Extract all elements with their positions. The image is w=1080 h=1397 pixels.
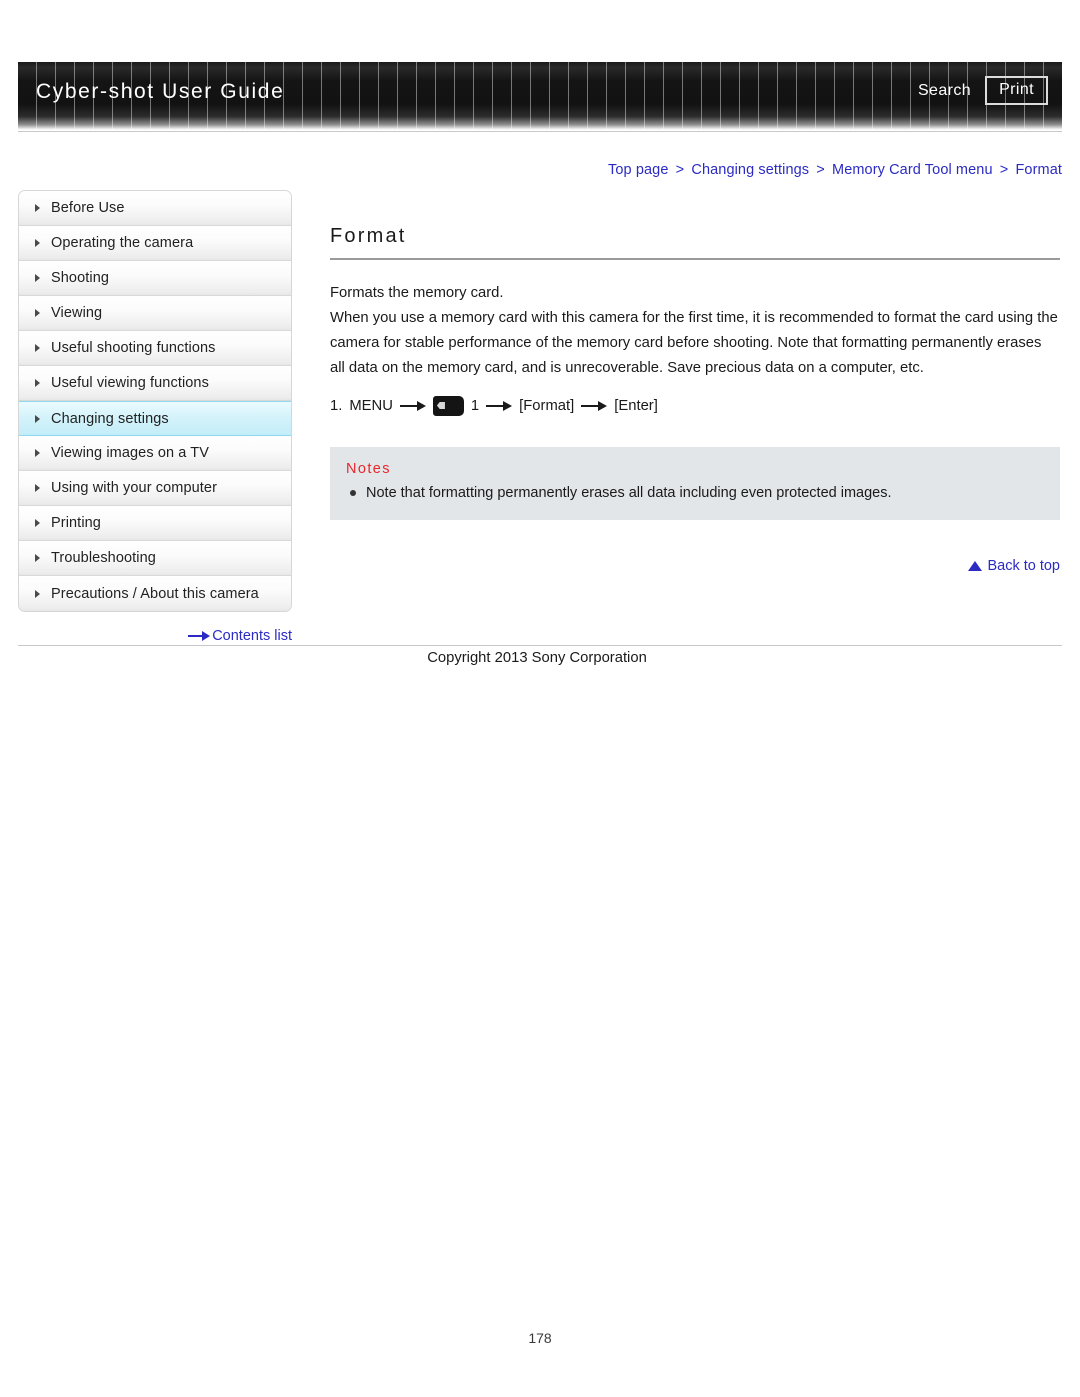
page-root: Cyber-shot User Guide Search Print Top p… [0,0,1080,1397]
sidebar-item-useful-viewing-functions[interactable]: Useful viewing functions [19,366,291,401]
arrow-right-icon [188,631,211,641]
chevron-right-icon [35,379,40,387]
chevron-right-icon [35,554,40,562]
sidebar-item-label: Before Use [51,200,125,216]
brand-title: Cyber-shot User Guide [36,80,285,103]
back-to-top-row: Back to top [330,558,1060,575]
chevron-right-icon [35,204,40,212]
chevron-right-icon [35,484,40,492]
sidebar-item-shooting[interactable]: Shooting [19,261,291,296]
site-header: Cyber-shot User Guide Search Print [18,62,1062,134]
paragraph-description: When you use a memory card with this cam… [330,310,1058,376]
memory-card-tool-icon [432,396,464,416]
step-option-label: [Format] [519,398,575,414]
step-number: 1. [330,398,343,414]
sidebar-item-label: Printing [51,515,101,531]
notes-title: Notes [346,461,391,477]
arrow-right-icon [399,400,426,412]
header-actions: Search Print [918,76,1048,106]
contents-list-label: Contents list [212,628,292,644]
contents-list-row: Contents list [18,628,292,645]
sidebar-item-useful-shooting-functions[interactable]: Useful shooting functions [19,331,291,366]
bullet-icon [350,490,356,497]
arrow-right-icon [486,400,513,412]
sidebar-item-troubleshooting[interactable]: Troubleshooting [19,541,291,576]
breadcrumb-separator: > [675,162,685,178]
note-text: Note that formatting permanently erases … [366,485,892,502]
chevron-right-icon [35,239,40,247]
main-content: Format Formats the memory card. When you… [330,190,1060,575]
sidebar-item-label: Viewing images on a TV [51,445,210,461]
breadcrumb-item-top-page[interactable]: Top page [608,162,668,178]
search-link[interactable]: Search [918,82,971,100]
chevron-right-icon [35,274,40,282]
step-menu-label: MENU [349,398,393,414]
breadcrumb-item-changing-settings[interactable]: Changing settings [691,162,809,178]
title-divider [330,258,1060,260]
header-divider [18,131,1062,132]
step-item: 1. MENU 1 [Format] [Enter] [330,393,1060,419]
sidebar-item-viewing-images-on-a-tv[interactable]: Viewing images on a TV [19,436,291,471]
chevron-right-icon [35,344,40,352]
sidebar-item-using-with-your-computer[interactable]: Using with your computer [19,471,291,506]
body-text: Formats the memory card. When you use a … [330,281,1060,381]
sidebar-item-printing[interactable]: Printing [19,506,291,541]
triangle-up-icon [968,561,983,572]
sidebar-item-label: Viewing [51,305,103,321]
sidebar-item-label: Troubleshooting [51,550,156,566]
sidebar-item-operating-the-camera[interactable]: Operating the camera [19,226,291,261]
sidebar-item-before-use[interactable]: Before Use [19,191,291,226]
chevron-right-icon [35,519,40,527]
sidebar-item-label: Using with your computer [51,480,217,496]
header-banner: Cyber-shot User Guide Search Print [18,62,1062,130]
back-to-top-link[interactable]: Back to top [968,558,1060,574]
step-enter-label: [Enter] [614,398,658,414]
sidebar-item-label: Changing settings [51,410,169,427]
contents-list-link[interactable]: Contents list [188,628,292,644]
step-list: 1. MENU 1 [Format] [Enter] [330,393,1060,419]
chevron-right-icon [35,309,40,317]
breadcrumb-separator: > [999,162,1009,178]
sidebar-item-precautions-about-this-camera[interactable]: Precautions / About this camera [19,576,291,611]
sidebar-item-label: Useful viewing functions [51,375,209,391]
step-icon-suffix: 1 [470,398,480,414]
notes-box: Notes Note that formatting permanently e… [330,447,1060,521]
footer-divider [18,645,1062,646]
copyright-text: Copyright 2013 Sony Corporation [427,650,647,666]
back-to-top-label: Back to top [987,558,1060,575]
breadcrumb-item-memory-card-tool-menu[interactable]: Memory Card Tool menu [832,162,993,178]
sidebar-item-label: Shooting [51,270,110,286]
breadcrumb: Top page > Changing settings > Memory Ca… [608,162,1062,178]
chevron-right-icon [35,589,40,598]
chevron-right-icon [35,449,40,457]
sidebar-item-label: Useful shooting functions [51,340,216,356]
sidebar-item-label: Operating the camera [51,235,194,251]
breadcrumb-item-format[interactable]: Format [1015,162,1062,178]
sidebar-item-viewing[interactable]: Viewing [19,296,291,331]
page-title: Format [330,225,407,247]
sidebar-item-changing-settings[interactable]: Changing settings [19,401,291,436]
note-item: Note that formatting permanently erases … [330,482,1060,504]
sidebar-nav: Before Use Operating the camera Shooting… [18,190,292,612]
paragraph-intro: Formats the memory card. [330,285,504,301]
print-button[interactable]: Print [985,76,1048,106]
breadcrumb-separator: > [816,162,825,178]
page-number: 178 [528,1330,552,1346]
chevron-right-icon [35,414,40,423]
sidebar-item-label: Precautions / About this camera [51,585,259,602]
copyright-row: Copyright 2013 Sony Corporation [0,650,1080,666]
arrow-right-icon [581,400,608,412]
notes-list: Note that formatting permanently erases … [330,482,1060,504]
